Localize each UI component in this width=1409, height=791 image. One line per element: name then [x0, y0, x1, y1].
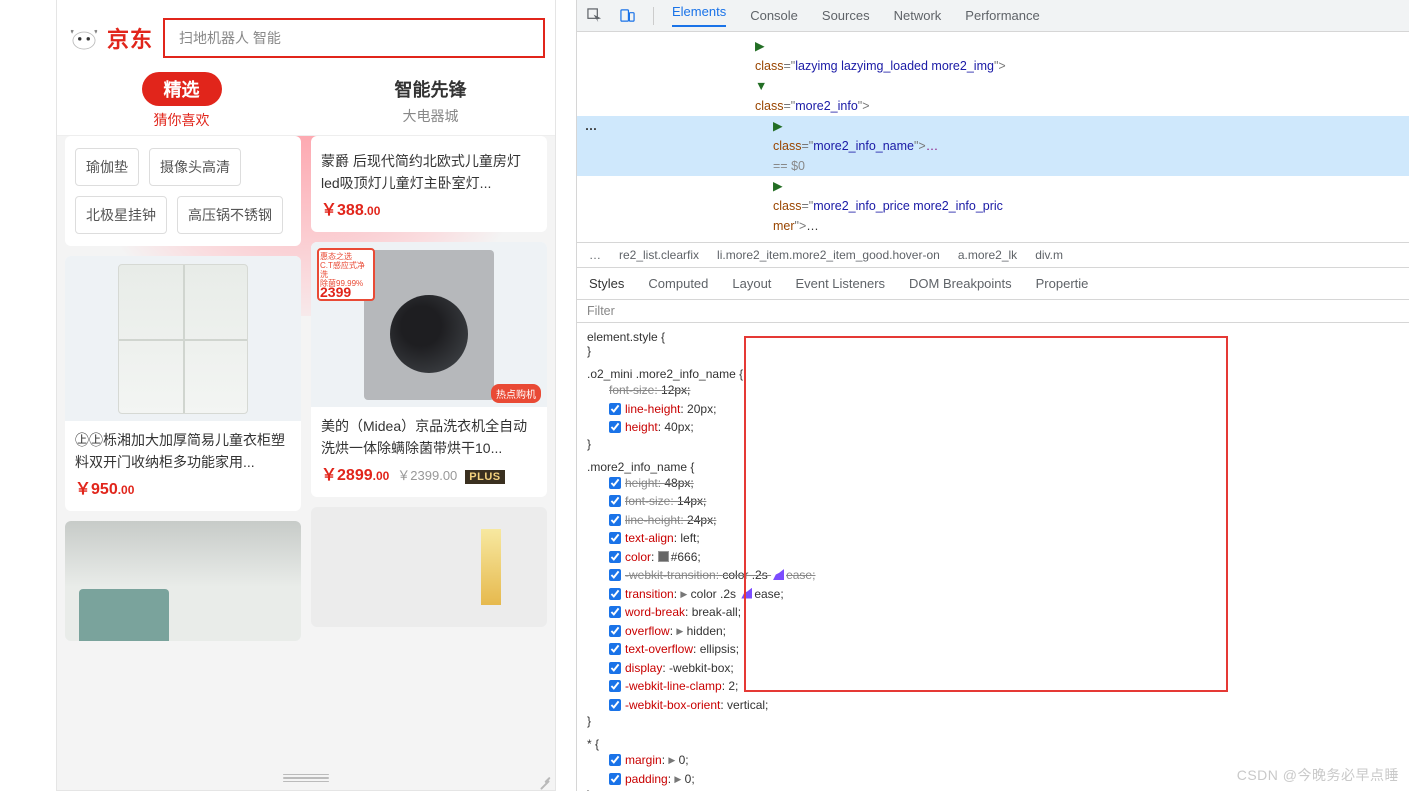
- mobile-viewport: 京东 扫地机器人 智能 精选 猜你喜欢 智能先锋 大电器城: [56, 0, 556, 791]
- rule-o2mini[interactable]: .o2_mini .more2_info_name {font-size: 12…: [577, 364, 1409, 457]
- product-price: ￥2899.00: [321, 461, 389, 485]
- mobile-preview-pane: 京东 扫地机器人 智能 精选 猜你喜欢 智能先锋 大电器城: [0, 0, 576, 791]
- product-card-wardrobe[interactable]: ㊤㊤栎湘加大加厚简易儿童衣柜塑料双开门收纳柜多功能家用... ￥950.00: [65, 256, 301, 511]
- tab-sources[interactable]: Sources: [822, 8, 870, 23]
- product-image: 惠态之选 C.T感应式净洗 除菌99.99% 2399 热点购机: [311, 242, 547, 407]
- property-toggle[interactable]: [609, 643, 621, 655]
- property-toggle[interactable]: [609, 754, 621, 766]
- product-card-lamp1[interactable]: [65, 521, 301, 641]
- promo-sticker: 惠态之选 C.T感应式净洗 除菌99.99% 2399: [317, 248, 375, 301]
- tag-item[interactable]: 摄像头高清: [149, 148, 241, 186]
- property-toggle[interactable]: [609, 532, 621, 544]
- property-toggle[interactable]: [609, 477, 621, 489]
- watermark: CSDN @今晚务必早点睡: [1237, 765, 1399, 785]
- product-price: ￥388.00: [321, 196, 380, 220]
- subtab-computed[interactable]: Computed: [648, 276, 708, 291]
- search-placeholder: 扫地机器人 智能: [179, 28, 281, 48]
- styles-pane[interactable]: element.style { } .o2_mini .more2_info_n…: [577, 323, 1409, 791]
- property-toggle[interactable]: [609, 588, 621, 600]
- category-tabs: 精选 猜你喜欢 智能先锋 大电器城: [57, 66, 555, 136]
- property-toggle[interactable]: [609, 569, 621, 581]
- jd-logo[interactable]: 京东: [67, 22, 153, 54]
- jd-dog-icon: [67, 25, 101, 51]
- product-card-lamp2[interactable]: [311, 507, 547, 627]
- tab-featured-pill: 精选: [142, 72, 222, 106]
- tab-smart-sub: 大电器城: [403, 106, 459, 126]
- hot-tags-card: 瑜伽垫 摄像头高清 北极星挂钟 高压锅不锈钢: [65, 136, 301, 246]
- property-toggle[interactable]: [609, 495, 621, 507]
- rule-more2-info-name[interactable]: .more2_info_name {height: 48px;font-size…: [577, 457, 1409, 735]
- resize-corner-icon[interactable]: [537, 772, 551, 786]
- device-toggle-icon[interactable]: [620, 8, 635, 23]
- product-card-ceiling-light[interactable]: 蒙爵 后现代简约北欧式儿童房灯led吸顶灯儿童灯主卧室灯... ￥388.00: [311, 136, 547, 232]
- drag-handle-icon[interactable]: [283, 774, 329, 782]
- property-toggle[interactable]: [609, 514, 621, 526]
- devtools-panel: Elements Console Sources Network Perform…: [576, 0, 1409, 791]
- product-desc: ㊤㊤栎湘加大加厚简易儿童衣柜塑料双开门收纳柜多功能家用...: [65, 421, 301, 471]
- tab-network[interactable]: Network: [894, 8, 942, 23]
- subtab-properties[interactable]: Propertie: [1036, 276, 1089, 291]
- property-toggle[interactable]: [609, 699, 621, 711]
- product-image: [65, 521, 301, 641]
- tag-item[interactable]: 北极星挂钟: [75, 196, 167, 234]
- feed-area[interactable]: 瑜伽垫 摄像头高清 北极星挂钟 高压锅不锈钢 ㊤㊤栎湘加大加厚简易儿童衣柜塑料双…: [57, 136, 555, 790]
- subtab-layout[interactable]: Layout: [732, 276, 771, 291]
- property-toggle[interactable]: [609, 625, 621, 637]
- breadcrumb[interactable]: … re2_list.clearfix li.more2_item.more2_…: [577, 242, 1409, 268]
- styles-subtabs: Styles Computed Layout Event Listeners D…: [577, 268, 1409, 300]
- product-image: [311, 507, 547, 627]
- rule-element-style[interactable]: element.style { }: [577, 327, 1409, 364]
- styles-filter-input[interactable]: Filter: [577, 300, 1409, 323]
- property-toggle[interactable]: [609, 606, 621, 618]
- plus-badge: PLUS: [465, 470, 504, 484]
- tag-item[interactable]: 高压锅不锈钢: [177, 196, 283, 234]
- product-price: ￥950.00: [75, 475, 134, 499]
- tag-item[interactable]: 瑜伽垫: [75, 148, 139, 186]
- tab-featured[interactable]: 精选 猜你喜欢: [57, 66, 306, 135]
- subtab-styles[interactable]: Styles: [589, 276, 624, 291]
- hot-badge: 热点购机: [491, 384, 541, 403]
- ellipsis-gutter: …: [577, 116, 605, 136]
- property-toggle[interactable]: [609, 662, 621, 674]
- product-desc: 美的（Midea）京品洗衣机全自动洗烘一体除螨除菌带烘干10...: [311, 407, 547, 457]
- search-input[interactable]: 扫地机器人 智能: [163, 18, 545, 58]
- jd-logo-text: 京东: [107, 22, 153, 54]
- subtab-event-listeners[interactable]: Event Listeners: [795, 276, 885, 291]
- mobile-header: 京东 扫地机器人 智能: [57, 0, 555, 66]
- tab-elements[interactable]: Elements: [672, 4, 726, 27]
- dom-tree[interactable]: … ▶class="lazyimg lazyimg_loaded more2_i…: [577, 32, 1409, 242]
- tab-performance[interactable]: Performance: [965, 8, 1039, 23]
- tab-smart-title: 智能先锋: [395, 76, 467, 102]
- tab-console[interactable]: Console: [750, 8, 798, 23]
- product-card-washer[interactable]: 惠态之选 C.T感应式净洗 除菌99.99% 2399 热点购机 美的（Mide…: [311, 242, 547, 497]
- product-desc: 蒙爵 后现代简约北欧式儿童房灯led吸顶灯儿童灯主卧室灯...: [311, 142, 547, 192]
- subtab-dom-breakpoints[interactable]: DOM Breakpoints: [909, 276, 1012, 291]
- devtools-tabs: Elements Console Sources Network Perform…: [672, 0, 1040, 31]
- tab-smart[interactable]: 智能先锋 大电器城: [306, 66, 555, 135]
- property-toggle[interactable]: [609, 421, 621, 433]
- devtools-toolbar: Elements Console Sources Network Perform…: [577, 0, 1409, 32]
- tab-featured-sub: 猜你喜欢: [154, 110, 210, 130]
- inspect-icon[interactable]: [587, 8, 602, 23]
- property-toggle[interactable]: [609, 680, 621, 692]
- property-toggle[interactable]: [609, 773, 621, 785]
- property-toggle[interactable]: [609, 551, 621, 563]
- old-price: ￥2399.00: [397, 465, 457, 484]
- property-toggle[interactable]: [609, 403, 621, 415]
- product-image: [65, 256, 301, 421]
